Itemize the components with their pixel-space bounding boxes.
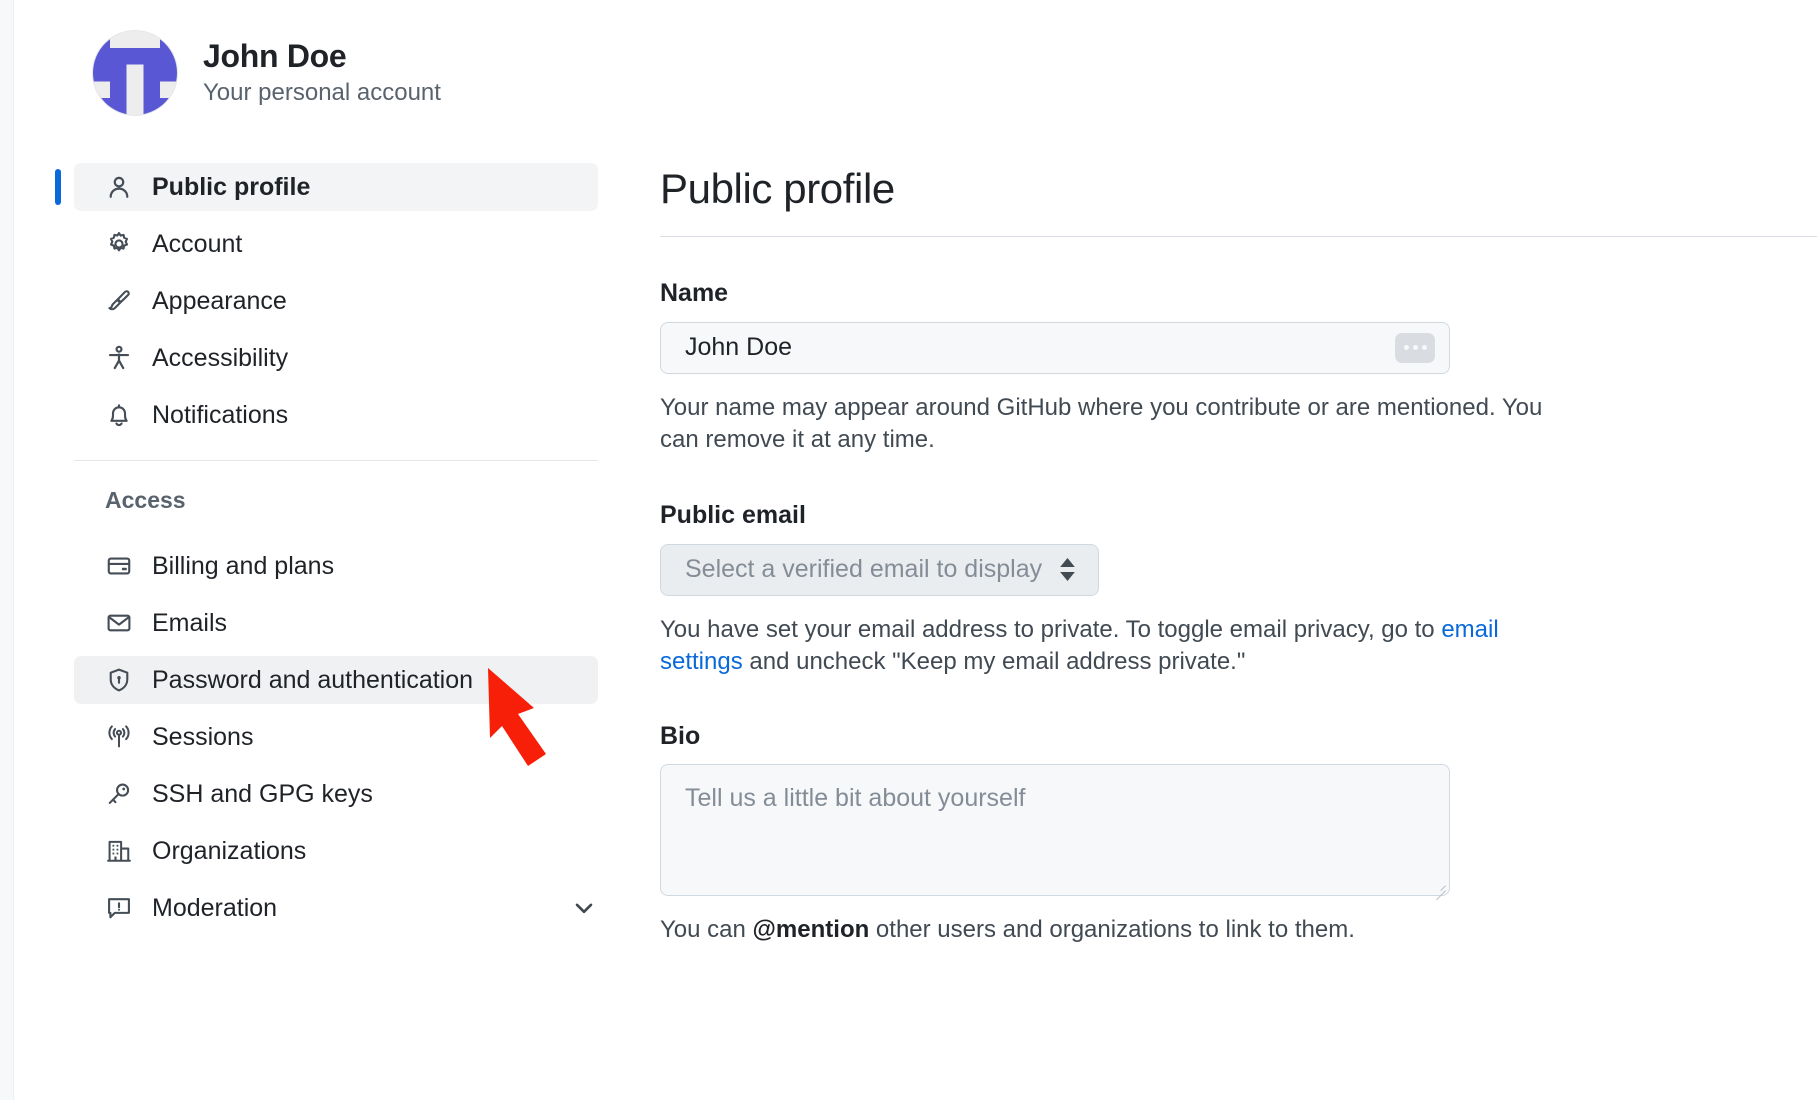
person-icon [105,174,132,201]
sidebar-item-moderation[interactable]: Moderation [74,884,598,932]
name-input[interactable]: John Doe [660,321,1450,374]
account-name: John Doe [203,38,347,75]
public-email-help-text: You have set your email address to priva… [660,614,1560,679]
key-icon [105,781,132,808]
bio-help-text: You can @mention other users and organiz… [660,914,1560,946]
sidebar-item-label: Account [152,229,243,258]
name-label: Name [660,279,729,308]
sidebar-item-label: Accessibility [152,343,289,372]
sidebar-item-label: Billing and plans [152,551,335,580]
email-help-prefix: You have set your email address to priva… [660,615,1442,643]
bio-help-prefix: You can [660,916,753,944]
shield-lock-icon [105,667,132,694]
ellipsis-icon[interactable] [1395,332,1435,363]
page-title: Public profile [660,165,895,212]
paintbrush-icon [105,288,132,315]
chevron-updown-icon [1059,558,1076,582]
sidebar-item-label: Moderation [152,893,278,922]
sidebar-item-public-profile[interactable]: Public profile [55,163,598,211]
title-divider [660,236,1817,238]
name-field-group: Name John Doe Your name may appear aroun… [660,280,1576,456]
left-gutter-strip [0,0,14,1100]
credit-card-icon [105,553,132,580]
sidebar-item-emails[interactable]: Emails [74,599,598,647]
bio-field-group: Bio Tell us a little bit about yourself … [660,721,1576,947]
sidebar-item-billing-and-plans[interactable]: Billing and plans [74,542,598,590]
sidebar-item-label: SSH and GPG keys [152,779,373,808]
sidebar-item-accessibility[interactable]: Accessibility [74,334,598,382]
main-content: Public profile Name John Doe Your name m… [660,0,1817,1100]
email-help-suffix: and uncheck "Keep my email address priva… [742,648,1246,676]
public-email-field-group: Public email Select a verified email to … [660,502,1576,678]
account-names: John Doe Your personal account [203,38,441,108]
sidebar-item-appearance[interactable]: Appearance [74,277,598,325]
sidebar-item-password-and-authentication[interactable]: Password and authentication [74,656,598,704]
sidebar-item-sessions[interactable]: Sessions [74,713,598,761]
sidebar-section-title-access: Access [105,487,186,513]
sidebar-divider [74,460,598,461]
organization-icon [105,838,132,865]
sidebar-item-label: Appearance [152,286,287,315]
public-email-select[interactable]: Select a verified email to display [660,543,1100,596]
gear-icon [105,231,132,258]
settings-nav: Public profile Account Appearance Access… [14,163,660,932]
identicon-avatar[interactable] [92,30,178,116]
sidebar-item-ssh-and-gpg-keys[interactable]: SSH and GPG keys [74,770,598,818]
bio-textarea[interactable]: Tell us a little bit about yourself [660,764,1450,897]
broadcast-icon [105,724,132,751]
bio-label: Bio [660,721,701,750]
public-email-selected-option: Select a verified email to display [685,555,1043,584]
sidebar-item-label: Organizations [152,836,307,865]
bell-icon [105,402,132,429]
sidebar-item-label: Emails [152,608,228,637]
chevron-down-icon[interactable] [570,894,598,922]
name-help-text: Your name may appear around GitHub where… [660,393,1543,454]
mention-keyword: @mention [752,916,870,944]
sidebar-item-label: Public profile [152,172,311,201]
sidebar-item-label: Notifications [152,400,289,429]
accessibility-icon [105,345,132,372]
sidebar-item-label: Sessions [152,722,254,751]
account-subtitle: Your personal account [203,79,441,106]
report-icon [105,895,132,922]
resize-handle-icon[interactable] [1432,878,1446,892]
bio-placeholder: Tell us a little bit about yourself [685,784,1026,813]
account-header: John Doe Your personal account [14,30,660,116]
public-email-label: Public email [660,501,806,530]
mail-icon [105,610,132,637]
sidebar-item-account[interactable]: Account [74,220,598,268]
github-settings-page: John Doe Your personal account Public pr… [0,0,1817,1100]
sidebar-item-organizations[interactable]: Organizations [74,827,598,875]
settings-sidebar: John Doe Your personal account Public pr… [14,0,660,1100]
bio-help-suffix: other users and organizations to link to… [869,916,1355,944]
sidebar-item-notifications[interactable]: Notifications [74,391,598,439]
name-input-value: John Doe [685,333,793,362]
sidebar-item-label: Password and authentication [152,665,474,694]
